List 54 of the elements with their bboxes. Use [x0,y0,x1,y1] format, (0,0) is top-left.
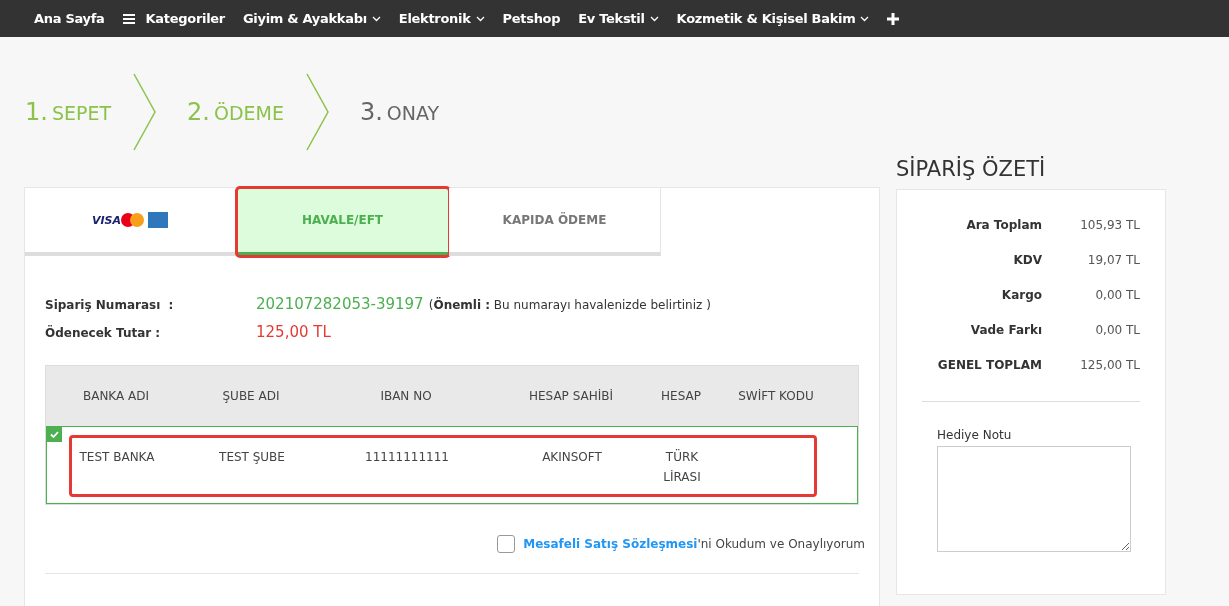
chevron-right-icon [133,73,158,151]
column-header: SWİFT KODU [737,389,815,403]
summary-value: 0,00 TL [1094,323,1140,339]
nav-link[interactable]: Ev Tekstil [578,11,659,26]
column-header: ŞUBE ADI [221,389,281,403]
plus-icon[interactable] [887,12,900,25]
step-number: 3. [359,98,383,126]
table-cell-text: 11111111111 [364,449,450,466]
summary-label: Vade Farkı [969,323,1042,339]
step-number: 1. [25,98,48,126]
chevron-down-icon [371,15,381,22]
step-label: ONAY [386,102,440,124]
table-cell-text: TÜRK LİRASI [662,448,702,486]
agreement-text: Mesafeli Satış Sözleşmesi'ni Okudum ve Onaylıyorum [523,537,865,551]
chevron-down-icon [649,15,659,22]
summary-label: KDV [1012,253,1042,269]
table-cell-text: AKINSOFT [541,449,603,466]
column-header: BANKA ADI [81,389,151,403]
amount-value: 125,00 TL [256,323,332,341]
column-header: HESAP [660,389,702,403]
step-number: 2. [187,98,210,126]
payment-tab[interactable]: KAPIDA ÖDEME [449,188,661,256]
summary-title: SİPARİŞ ÖZETİ [896,157,1047,181]
order-number-text: 202107282053-39197 (Önemli : Bu numarayı havalenizde belirtiniz ) [256,294,712,313]
summary-value: 105,93 TL [1079,218,1140,234]
menu-icon [122,13,135,24]
summary-label: Kargo [1000,288,1042,304]
table-cell-text: TEST ŞUBE [218,449,286,466]
categories-menu[interactable]: Kategoriler [122,11,225,26]
nav-link[interactable]: Ana Sayfa [34,11,105,26]
agreement-checkbox[interactable] [497,535,516,553]
table-cell-text: TEST BANKA [78,449,156,466]
gift-note-field[interactable] [937,446,1131,552]
summary-value: 0,00 TL [1094,288,1140,304]
gift-note-label: Hediye Notu [937,428,1013,442]
chevron-right-icon [305,73,330,151]
column-header: HESAP SAHİBİ [527,389,615,403]
step-label: ÖDEME [213,102,284,124]
nav-link[interactable]: Kozmetik & Kişisel Bakim [676,11,870,26]
summary-value: 125,00 TL [1079,358,1140,374]
amount-label: Ödenecek Tutar : [45,326,162,340]
order-number-label: Sipariş Numarası : [45,298,175,312]
nav-link[interactable]: Giyim & Ayakkabı [242,11,381,26]
check-icon [47,427,62,442]
summary-label: Ara Toplam [965,218,1042,234]
column-header: IBAN NO [379,389,433,403]
summary-value: 19,07 TL [1086,253,1140,269]
step-label: SEPET [51,102,112,124]
bank-row[interactable]: TEST BANKA TEST ŞUBE 11111111111 AKINSOFT TÜRK LİRASI [46,426,858,504]
summary-label: GENEL TOPLAM [936,358,1042,374]
chevron-down-icon [475,15,485,22]
chevron-down-icon [860,15,870,22]
nav-link[interactable]: Elektronik [398,11,485,26]
nav-link[interactable]: Petshop [502,11,561,26]
